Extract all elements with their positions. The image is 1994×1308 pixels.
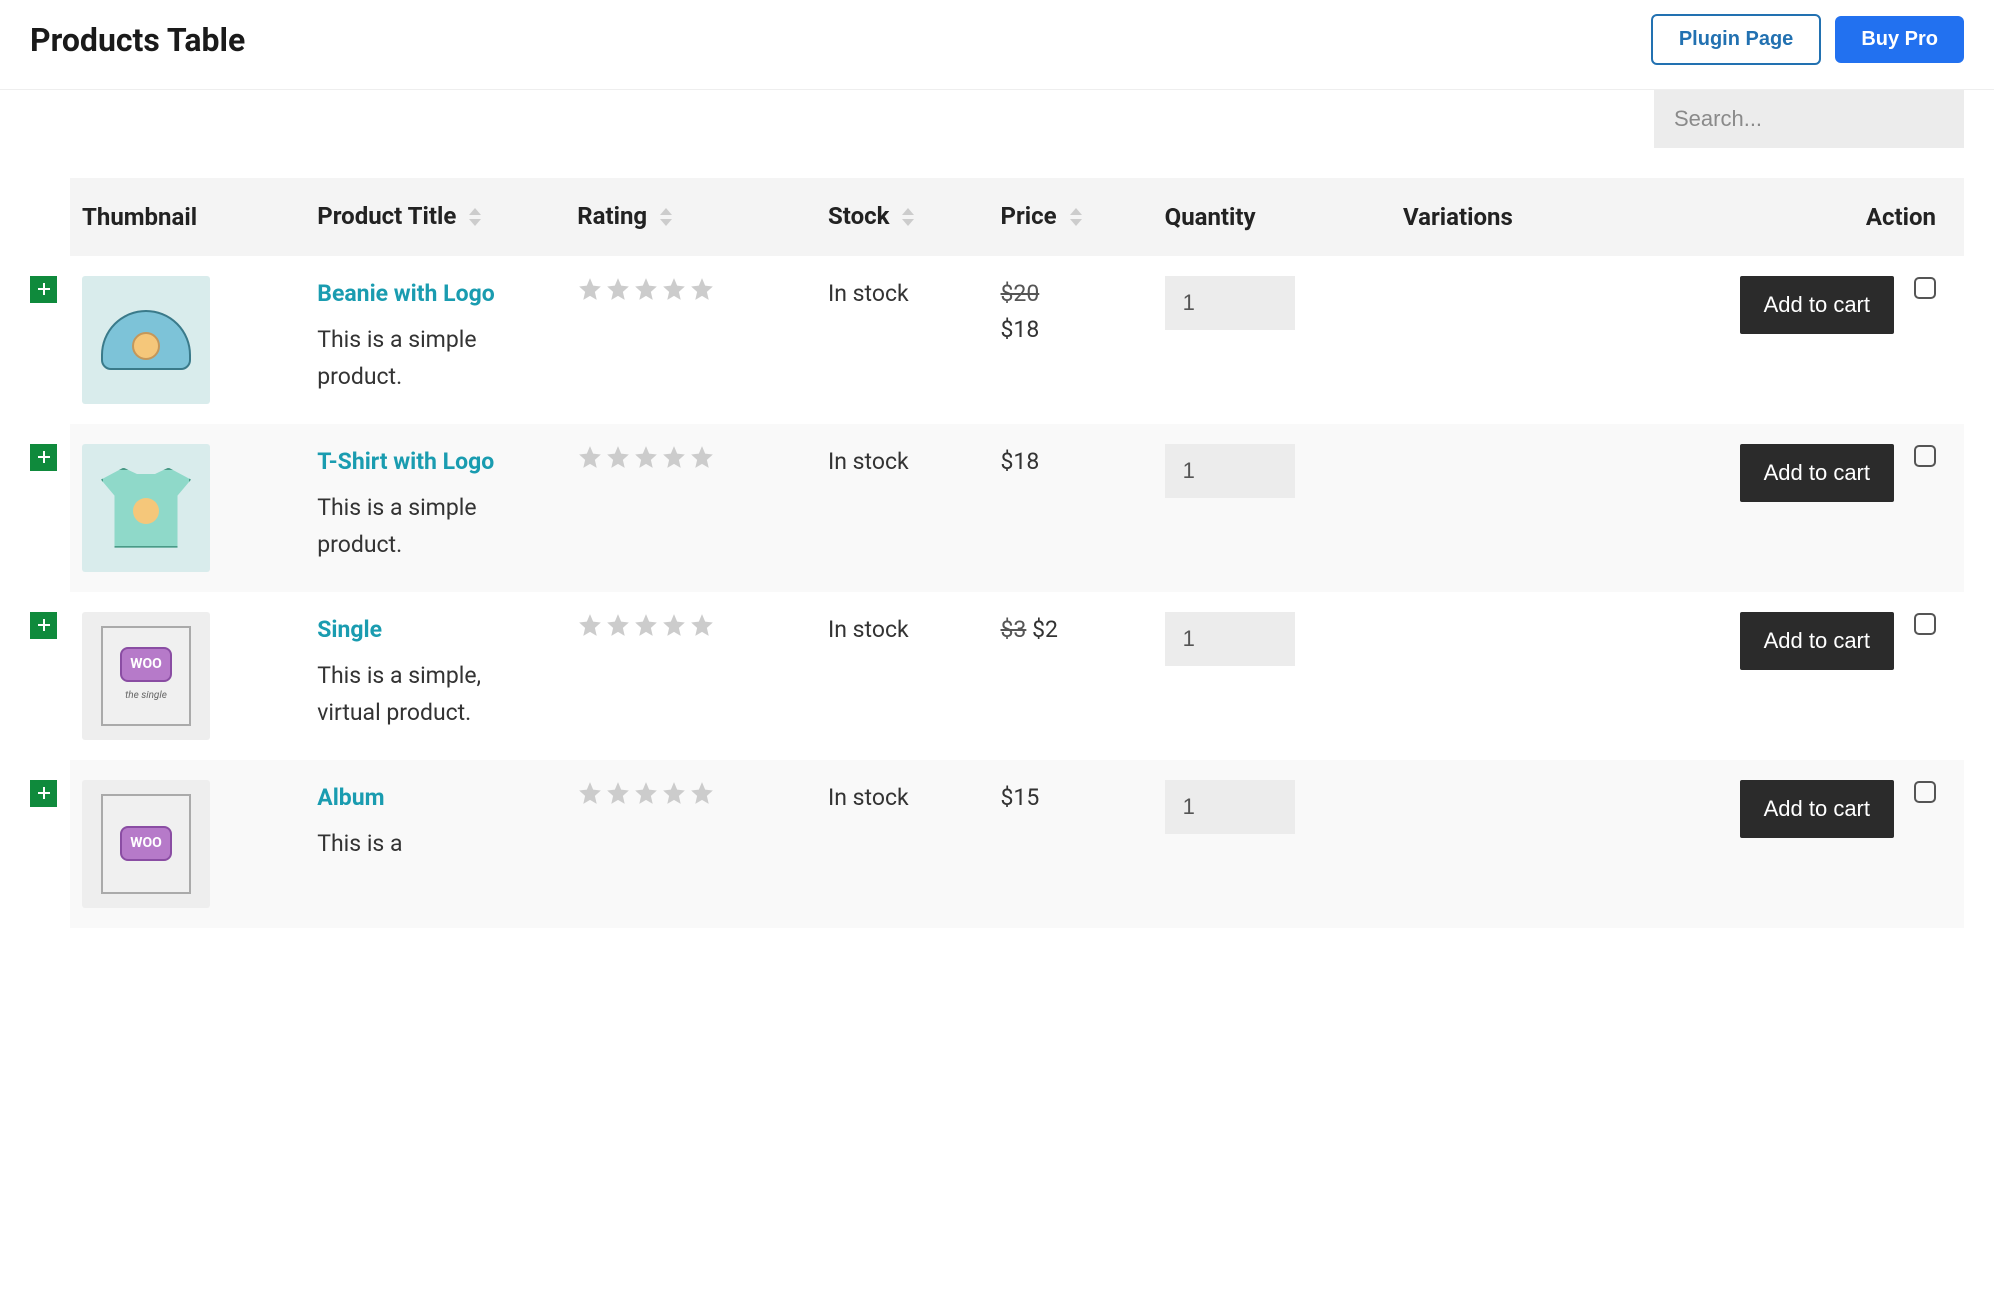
rating-stars xyxy=(577,444,804,470)
product-thumbnail: WOOthe single xyxy=(82,612,210,740)
price-original: $20 xyxy=(1001,280,1040,307)
col-quantity: Quantity xyxy=(1153,178,1391,256)
table-row: Beanie with Logo This is a simple product… xyxy=(70,256,1964,424)
quantity-input[interactable] xyxy=(1165,444,1295,498)
price: $18 xyxy=(1001,448,1040,475)
product-description: This is a xyxy=(317,826,517,863)
products-table-wrap: Thumbnail Product Title Rating Stock xyxy=(0,148,1994,928)
row-checkbox[interactable] xyxy=(1914,613,1936,635)
product-title-link[interactable]: T-Shirt with Logo xyxy=(317,444,494,481)
sort-icon xyxy=(901,204,915,232)
expand-row-button[interactable] xyxy=(30,780,57,807)
stock-status: In stock xyxy=(816,256,988,424)
search-input[interactable] xyxy=(1654,90,1964,148)
products-table: Thumbnail Product Title Rating Stock xyxy=(70,178,1964,928)
product-thumbnail xyxy=(82,276,210,404)
rating-stars xyxy=(577,276,804,302)
product-title-link[interactable]: Album xyxy=(317,780,384,817)
product-description: This is a simple product. xyxy=(317,490,517,564)
price: $15 xyxy=(1001,784,1040,811)
product-thumbnail xyxy=(82,444,210,572)
product-thumbnail: WOO xyxy=(82,780,210,908)
variations-cell xyxy=(1391,592,1598,760)
stock-status: In stock xyxy=(816,424,988,592)
stock-status: In stock xyxy=(816,592,988,760)
stock-status: In stock xyxy=(816,760,988,928)
expand-row-button[interactable] xyxy=(30,444,57,471)
rating-stars xyxy=(577,780,804,806)
add-to-cart-button[interactable]: Add to cart xyxy=(1740,444,1894,502)
rating-stars xyxy=(577,612,804,638)
product-description: This is a simple, virtual product. xyxy=(317,658,517,732)
col-rating[interactable]: Rating xyxy=(565,178,816,256)
plugin-page-button[interactable]: Plugin Page xyxy=(1651,14,1821,65)
col-action: Action xyxy=(1598,178,1964,256)
table-row: T-Shirt with Logo This is a simple produc… xyxy=(70,424,1964,592)
search-wrap xyxy=(0,90,1994,148)
price: $18 xyxy=(1001,312,1141,349)
add-to-cart-button[interactable]: Add to cart xyxy=(1740,612,1894,670)
add-to-cart-button[interactable]: Add to cart xyxy=(1740,780,1894,838)
row-checkbox[interactable] xyxy=(1914,445,1936,467)
table-row: WOOthe single Single This is a simple, vir… xyxy=(70,592,1964,760)
variations-cell xyxy=(1391,256,1598,424)
col-thumbnail: Thumbnail xyxy=(70,178,305,256)
page-title: Products Table xyxy=(30,21,245,59)
col-title[interactable]: Product Title xyxy=(305,178,565,256)
row-checkbox[interactable] xyxy=(1914,277,1936,299)
expand-row-button[interactable] xyxy=(30,276,57,303)
quantity-input[interactable] xyxy=(1165,780,1295,834)
quantity-input[interactable] xyxy=(1165,276,1295,330)
sort-icon xyxy=(468,204,482,232)
col-stock[interactable]: Stock xyxy=(816,178,988,256)
page-header: Products Table Plugin Page Buy Pro xyxy=(0,0,1994,90)
product-title-link[interactable]: Single xyxy=(317,612,382,649)
price: $2 xyxy=(1032,616,1058,643)
row-checkbox[interactable] xyxy=(1914,781,1936,803)
price-original: $3 xyxy=(1001,616,1027,643)
expand-row-button[interactable] xyxy=(30,612,57,639)
buy-pro-button[interactable]: Buy Pro xyxy=(1835,16,1964,63)
table-row: WOO Album This is a In stock $15 Add to cart xyxy=(70,760,1964,928)
quantity-input[interactable] xyxy=(1165,612,1295,666)
variations-cell xyxy=(1391,760,1598,928)
sort-icon xyxy=(659,204,673,232)
sort-icon xyxy=(1069,204,1083,232)
product-title-link[interactable]: Beanie with Logo xyxy=(317,276,494,313)
header-buttons: Plugin Page Buy Pro xyxy=(1651,14,1964,65)
col-price[interactable]: Price xyxy=(989,178,1153,256)
product-description: This is a simple product. xyxy=(317,322,517,396)
add-to-cart-button[interactable]: Add to cart xyxy=(1740,276,1894,334)
col-variations: Variations xyxy=(1391,178,1598,256)
variations-cell xyxy=(1391,424,1598,592)
